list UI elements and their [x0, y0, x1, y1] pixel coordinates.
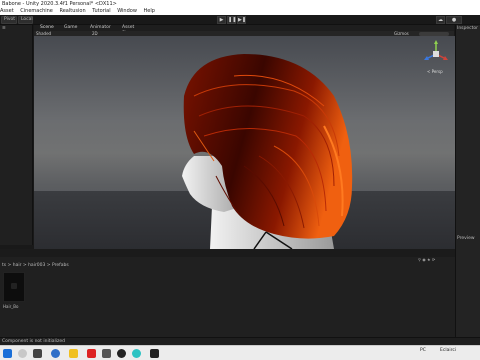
- edge-icon[interactable]: [51, 349, 60, 358]
- window-title: Babone - Unity 2020.3.4f1 Personal* <DX1…: [2, 1, 117, 7]
- account-button[interactable]: ●: [446, 16, 462, 24]
- step-icon: ▶❚: [238, 17, 247, 23]
- collab-button[interactable]: ☁: [436, 16, 445, 24]
- windows-start-icon[interactable]: [3, 349, 12, 358]
- preview-header: Preview: [457, 236, 475, 241]
- steam-icon[interactable]: [117, 349, 126, 358]
- status-message: Component is not initialized: [2, 339, 65, 344]
- main-toolbar: Pivot Local ▶ ❚❚ ▶❚ ☁ ●: [0, 15, 480, 25]
- word-app-icon[interactable]: [102, 349, 111, 358]
- hair-model-render: [182, 54, 353, 249]
- preview-label: Preview: [457, 236, 475, 241]
- status-bar: Component is not initialized: [0, 337, 480, 345]
- windows-taskbar: PC Eclairci: [0, 345, 480, 360]
- menu-item-window[interactable]: Window: [117, 8, 137, 14]
- menu-bar: Asset Cinemachine Realtusion Tutorial Wi…: [0, 8, 480, 15]
- project-tab-bar: [0, 249, 455, 257]
- cloud-icon: ☁: [438, 17, 443, 23]
- scene-viewport[interactable]: < Persp: [34, 36, 455, 249]
- pause-icon: ❚❚: [228, 17, 237, 23]
- local-label: Local: [21, 17, 33, 22]
- menu-item-asset[interactable]: Asset: [0, 8, 14, 14]
- menu-item-help[interactable]: Help: [144, 8, 155, 14]
- prefab-icon: [11, 283, 17, 289]
- window-title-bar: Babone - Unity 2020.3.4f1 Personal* <DX1…: [0, 0, 480, 8]
- prefab-thumbnail[interactable]: [3, 272, 25, 302]
- play-icon: ▶: [219, 17, 224, 23]
- tab-inspector[interactable]: Inspector: [457, 26, 478, 31]
- inspector-panel: Inspector Preview: [455, 25, 480, 345]
- folder-icon[interactable]: [69, 349, 78, 358]
- prefab-name: Hair_Bo: [3, 304, 19, 309]
- tray-user[interactable]: PC: [420, 348, 426, 353]
- orientation-gizmo[interactable]: [421, 39, 451, 71]
- pause-button[interactable]: ❚❚: [227, 16, 236, 24]
- scene-search-input[interactable]: [419, 31, 449, 36]
- step-button[interactable]: ▶❚: [237, 16, 246, 24]
- persp-label[interactable]: < Persp: [427, 69, 443, 74]
- task-view-icon[interactable]: [33, 349, 42, 358]
- play-button[interactable]: ▶: [217, 16, 226, 24]
- pivot-label: Pivot: [4, 17, 16, 22]
- hierarchy-panel: ≡: [0, 25, 33, 245]
- search-icon[interactable]: [18, 349, 27, 358]
- unity-icon[interactable]: [150, 349, 159, 358]
- inspector-label: Inspector: [457, 26, 478, 31]
- hierarchy-menu-icon[interactable]: ≡: [2, 26, 6, 31]
- pivot-toggle[interactable]: Pivot: [1, 16, 17, 24]
- hair-shape: [183, 54, 353, 239]
- tray-locale[interactable]: Eclairci: [440, 348, 456, 353]
- app-icon[interactable]: [132, 349, 141, 358]
- menu-item-realtusion[interactable]: Realtusion: [59, 8, 85, 14]
- menu-item-tutorial[interactable]: Tutorial: [92, 8, 110, 14]
- project-toolbar-icons[interactable]: ⚲ ◉ ★ ⟳: [418, 257, 452, 262]
- local-toggle[interactable]: Local: [18, 16, 33, 24]
- account-icon: ●: [451, 17, 457, 23]
- opera-icon[interactable]: [87, 349, 96, 358]
- menu-item-cinemachine[interactable]: Cinemachine: [20, 8, 53, 14]
- project-breadcrumb[interactable]: ts > hair > hair003 > Prefabs: [0, 262, 455, 269]
